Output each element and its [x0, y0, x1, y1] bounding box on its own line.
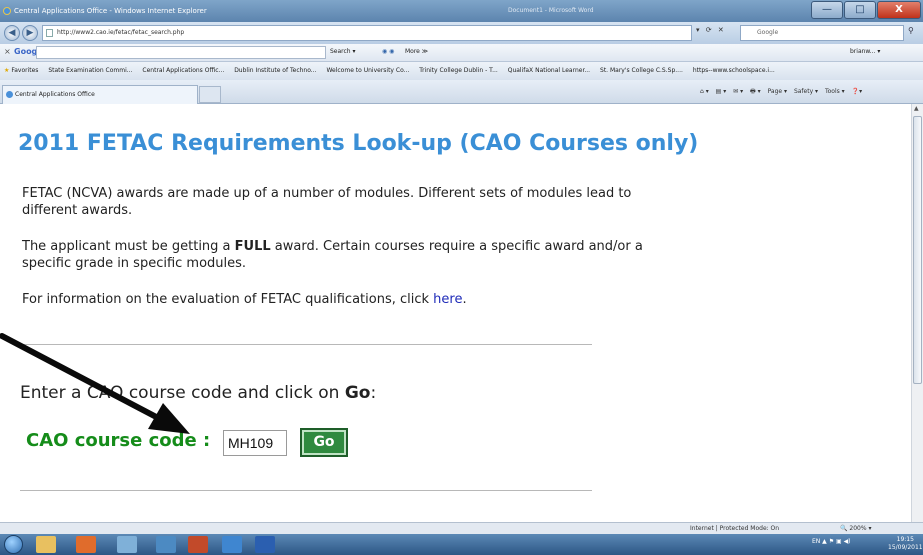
instruction-text-start: Enter a CAO course code and click on	[20, 383, 345, 403]
browser-search-placeholder: Google	[757, 29, 779, 36]
clock-time: 19:15	[896, 536, 914, 543]
dropdown-icon[interactable]: ▾	[696, 26, 700, 34]
favorite-link[interactable]: https--www.schoolspace.i...	[693, 62, 775, 80]
course-code-input[interactable]: MH109	[223, 430, 287, 456]
para3-period: .	[462, 292, 467, 307]
background-window-title: Document1 - Microsoft Word	[508, 7, 594, 14]
tab-page-icon	[6, 91, 13, 98]
requirement-paragraph: The applicant must be getting a FULL awa…	[22, 238, 662, 272]
favorite-link[interactable]: Dublin Institute of Techno...	[234, 62, 316, 80]
back-button[interactable]: ◀	[4, 25, 20, 41]
favorites-star-icon: ★	[4, 67, 10, 74]
divider	[20, 490, 592, 491]
minimize-button[interactable]: —	[811, 1, 843, 19]
word-icon[interactable]	[255, 536, 275, 553]
scroll-thumb[interactable]	[913, 116, 922, 384]
divider	[20, 344, 592, 345]
zoom-level[interactable]: 🔍 200% ▾	[840, 525, 871, 532]
favorites-button[interactable]: Favorites	[11, 62, 38, 80]
favorite-link[interactable]: State Examination Commi...	[48, 62, 132, 80]
instruction-text: Enter a CAO course code and click on Go:	[20, 383, 376, 403]
tools-menu[interactable]: Tools ▾	[825, 88, 845, 95]
command-bar: ⌂ ▾ ▤ ▾ ✉ ▾ 🖶 ▾ Page ▾ Safety ▾ Tools ▾ …	[700, 87, 867, 97]
page-icon	[46, 29, 53, 37]
window-title-bar: Central Applications Office - Windows In…	[0, 0, 923, 22]
scroll-up-icon[interactable]: ▲	[914, 105, 919, 112]
search-icon[interactable]: ⚲	[908, 26, 914, 35]
tab-central-applications-office[interactable]: Central Applications Office	[2, 85, 198, 104]
url-text: http://www2.cao.ie/fetac/fetac_search.ph…	[57, 29, 185, 36]
go-emphasis: Go	[344, 383, 371, 403]
maximize-button[interactable]: □	[844, 1, 876, 19]
page-content: 2011 FETAC Requirements Look-up (CAO Cou…	[0, 104, 911, 522]
intro-paragraph: FETAC (NCVA) awards are made up of a num…	[22, 186, 632, 218]
toolbar-icons[interactable]: ◉ ◉	[382, 48, 394, 55]
paint-icon[interactable]	[117, 536, 137, 553]
media-icon[interactable]	[76, 536, 96, 553]
network-icon[interactable]	[156, 536, 176, 553]
refresh-icon[interactable]: ⟳	[706, 26, 712, 34]
start-orb[interactable]	[4, 535, 23, 554]
address-bar: ◀ ▶ http://www2.cao.ie/fetac/fetac_searc…	[0, 22, 923, 44]
tab-bar: Central Applications Office ⌂ ▾ ▤ ▾ ✉ ▾ …	[0, 80, 923, 104]
mail-button[interactable]: ✉ ▾	[733, 88, 743, 95]
more-button[interactable]: More ≫	[405, 48, 428, 55]
google-toolbar: × Google Search ▾ ◉ ◉ More ≫ brianw... ▾	[0, 44, 923, 62]
window-title: Central Applications Office - Windows In…	[14, 7, 207, 15]
toolbar-close-icon[interactable]: ×	[4, 47, 11, 56]
google-search-input[interactable]	[36, 46, 326, 59]
here-link[interactable]: here	[433, 292, 462, 307]
status-bar: Internet | Protected Mode: On 🔍 200% ▾	[0, 522, 923, 534]
print-button[interactable]: 🖶 ▾	[750, 88, 761, 95]
vertical-scrollbar[interactable]: ▲	[911, 104, 923, 522]
ie-icon	[3, 7, 11, 15]
full-emphasis: FULL	[234, 239, 271, 254]
user-account-menu[interactable]: brianw... ▾	[850, 48, 880, 55]
clock-date: 15/09/2011	[888, 544, 923, 551]
home-button[interactable]: ⌂ ▾	[700, 88, 709, 95]
favorite-link[interactable]: Central Applications Offic...	[142, 62, 224, 80]
browser-search-input[interactable]: Google	[740, 25, 904, 41]
page-title: 2011 FETAC Requirements Look-up (CAO Cou…	[18, 131, 699, 156]
evaluation-paragraph: For information on the evaluation of FET…	[22, 291, 662, 308]
close-button[interactable]: X	[877, 1, 921, 19]
windows-taskbar: EN ▲ ⚑ ▣ ◀) 19:15 15/09/2011	[0, 534, 923, 555]
para3-text: For information on the evaluation of FET…	[22, 292, 434, 307]
forward-button[interactable]: ▶	[22, 25, 38, 41]
help-menu[interactable]: ❓▾	[852, 88, 862, 95]
instruction-colon: :	[370, 383, 377, 403]
google-search-button[interactable]: Search ▾	[330, 48, 356, 55]
go-button[interactable]: Go	[300, 428, 348, 457]
favorites-bar: ★ Favorites State Examination Commi... C…	[0, 62, 923, 80]
feeds-button[interactable]: ▤ ▾	[716, 88, 727, 95]
powerpoint-icon[interactable]	[188, 536, 208, 553]
tab-label: Central Applications Office	[15, 91, 95, 98]
address-tools: ▾ ⟳ ✕	[696, 26, 728, 34]
safety-menu[interactable]: Safety ▾	[794, 88, 818, 95]
page-menu[interactable]: Page ▾	[768, 88, 787, 95]
stop-icon[interactable]: ✕	[718, 26, 724, 34]
favorite-link[interactable]: St. Mary's College C.S.Sp....	[600, 62, 683, 80]
folder-icon[interactable]	[36, 536, 56, 553]
system-tray[interactable]: EN ▲ ⚑ ▣ ◀)	[812, 538, 851, 545]
course-code-label: CAO course code :	[26, 430, 211, 451]
favorite-link[interactable]: QualifaX National Learner...	[508, 62, 590, 80]
favorite-link[interactable]: Welcome to University Co...	[326, 62, 409, 80]
security-zone: Internet | Protected Mode: On	[690, 525, 780, 532]
url-input[interactable]: http://www2.cao.ie/fetac/fetac_search.ph…	[42, 25, 692, 41]
ie-taskbar-icon[interactable]	[222, 536, 242, 553]
new-tab-button[interactable]	[199, 86, 221, 103]
para2-text: The applicant must be getting a	[22, 239, 235, 254]
clock[interactable]: 19:15 15/09/2011	[888, 536, 923, 552]
favorite-link[interactable]: Trinity College Dublin - T...	[419, 62, 498, 80]
